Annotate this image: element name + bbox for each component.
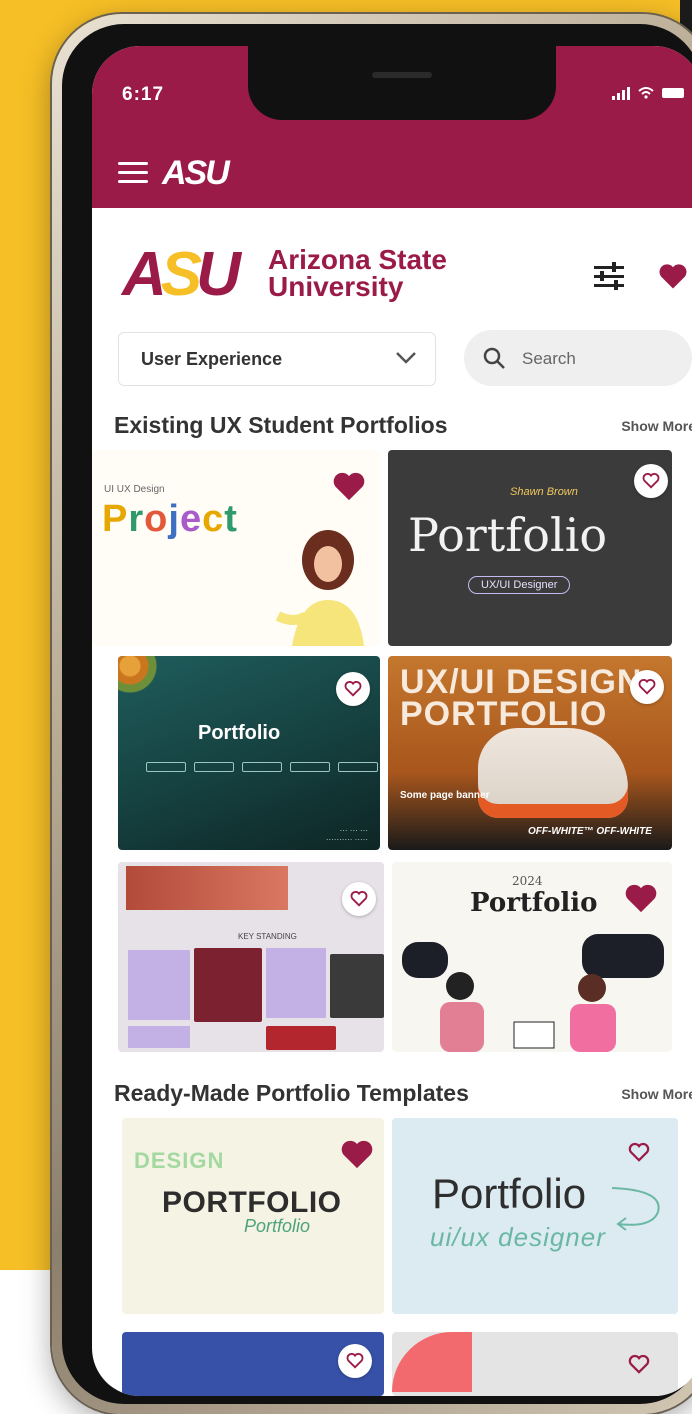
status-time: 6:17 — [122, 84, 165, 105]
arrow-doodle-icon — [611, 1187, 660, 1231]
leaf-decoration — [118, 656, 178, 706]
battery-icon — [662, 88, 684, 98]
favorites-heart-icon[interactable] — [658, 262, 688, 290]
show-more-link[interactable]: Show More — [621, 418, 692, 434]
heart-button[interactable] — [338, 1344, 372, 1378]
heart-outline-icon — [350, 891, 368, 907]
section-ready-made-templates: Ready-Made Portfolio Templates Show More — [92, 1066, 692, 1116]
card-pill: UX/UI Designer — [468, 576, 571, 594]
portfolio-card-teal[interactable]: Portfolio ··· ··· ··· ·········· ····· — [118, 656, 380, 850]
status-icons — [612, 86, 684, 100]
template-card-blue[interactable] — [122, 1332, 384, 1396]
heart-outline-icon — [642, 473, 660, 489]
wifi-icon — [638, 87, 654, 99]
illustration-woman — [275, 530, 364, 646]
template-card-grey[interactable] — [392, 1332, 678, 1396]
phone-notch — [248, 46, 556, 120]
heart-button[interactable] — [634, 464, 668, 498]
asu-logo: ASU — [122, 240, 241, 309]
card-year: 2024 — [512, 874, 543, 888]
filter-icon[interactable] — [594, 262, 624, 290]
heart-outline-icon[interactable] — [628, 1354, 650, 1374]
card-nav-pills — [146, 762, 378, 772]
chevron-down-icon — [396, 352, 416, 364]
search-bar — [464, 330, 692, 386]
card-title: Portfolio — [408, 508, 608, 562]
phone-bezel: 6:17 ASU ASU Arizona State University Us… — [62, 24, 692, 1404]
card-script: ui/ux designer — [430, 1222, 606, 1252]
section-title: Ready-Made Portfolio Templates — [114, 1080, 469, 1106]
card-strip-text: OFF-WHITE™ OFF-WHITE — [528, 826, 652, 837]
card-banner — [126, 866, 288, 910]
portfolio-card-uxui-designer[interactable]: Shawn Brown Portfolio UX/UI Designer — [388, 450, 672, 646]
card-script: Portfolio — [244, 1216, 311, 1236]
card-caption: Some page banner — [400, 790, 490, 801]
search-icon — [483, 347, 505, 369]
signal-icon — [612, 86, 630, 100]
card-shape — [392, 1332, 472, 1392]
card-footer-text: ··· ··· ··· ·········· ····· — [325, 826, 368, 844]
card-title: Portfolio — [432, 1170, 587, 1217]
app-bar-logo[interactable]: ASU — [162, 154, 230, 193]
section-existing-portfolios: Existing UX Student Portfolios Show More — [92, 398, 692, 448]
heart-outline-icon — [346, 1353, 364, 1369]
show-more-link[interactable]: Show More — [621, 1086, 692, 1102]
card-title: Portfolio — [470, 888, 598, 918]
category-dropdown[interactable]: User Experience — [118, 332, 436, 386]
card-title: Portfolio — [198, 722, 281, 744]
card-title: PORTFOLIO — [162, 1186, 342, 1219]
search-input[interactable] — [520, 344, 684, 374]
phone-screen: 6:17 ASU ASU Arizona State University Us… — [92, 46, 692, 1396]
app-bar: ASU — [92, 138, 692, 208]
filter-controls: User Experience — [92, 318, 692, 398]
phone-frame: 6:17 ASU ASU Arizona State University Us… — [52, 14, 692, 1414]
sneaker-image — [478, 728, 628, 818]
brand-header: ASU Arizona State University — [92, 208, 692, 318]
card-subtitle: UI UX Design — [104, 484, 165, 495]
card-title: Project — [102, 498, 238, 540]
category-dropdown-value: User Experience — [141, 349, 283, 369]
heart-outline-icon — [344, 681, 362, 697]
heart-filled-icon[interactable] — [340, 1138, 374, 1170]
university-name: Arizona State University — [268, 244, 447, 302]
heart-button[interactable] — [336, 672, 370, 706]
template-card-uiux-designer[interactable]: Portfolio ui/ux designer — [392, 1118, 678, 1314]
card-label: KEY STANDING — [238, 932, 297, 941]
card-title: UX/UI DESIGN PORTFOLIO — [400, 663, 643, 733]
university-name-line2: University — [268, 271, 404, 302]
heart-outline-icon — [638, 679, 656, 695]
heart-outline-icon[interactable] — [628, 1142, 650, 1162]
heart-filled-icon[interactable] — [624, 882, 658, 914]
card-ghost-text: DESIGN — [134, 1148, 225, 1173]
portfolio-card-illustrated[interactable]: 2024 Portfolio — [392, 862, 672, 1052]
portfolio-card-project[interactable]: UI UX Design Project — [92, 450, 380, 646]
illustration-people — [440, 972, 616, 1052]
portfolio-card-uxui-design-portfolio[interactable]: UX/UI DESIGN PORTFOLIO Some page banner … — [388, 656, 672, 850]
menu-icon[interactable] — [118, 162, 148, 184]
section-title: Existing UX Student Portfolios — [114, 412, 448, 438]
heart-button[interactable] — [630, 670, 664, 704]
heart-filled-icon[interactable] — [332, 470, 366, 502]
card-script-name: Shawn Brown — [510, 486, 578, 498]
template-card-portfolio-green[interactable]: DESIGN PORTFOLIO Portfolio — [122, 1118, 384, 1314]
heart-button[interactable] — [342, 882, 376, 916]
university-name-line1: Arizona State — [268, 244, 447, 275]
portfolio-card-collage[interactable]: KEY STANDING — [118, 862, 384, 1052]
